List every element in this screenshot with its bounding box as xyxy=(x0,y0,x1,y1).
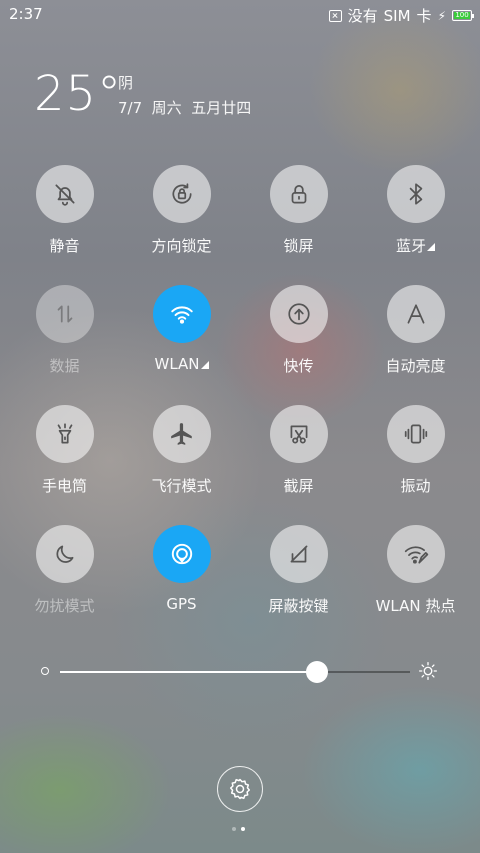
toggle-silent-label: 静音 xyxy=(49,237,80,255)
weather-date: 7/7 周六 五月廿四 xyxy=(118,99,252,117)
brightness-high-icon xyxy=(419,662,437,680)
toggle-hotspot-label: WLAN 热点 xyxy=(375,597,456,615)
hotspot-icon xyxy=(404,546,428,564)
weather-info[interactable]: 阴 7/7 周六 五月廿四 xyxy=(118,72,251,122)
toggle-block-keys-button[interactable] xyxy=(269,525,328,583)
toggle-do-not-disturb[interactable]: 勿扰模式 xyxy=(6,525,123,645)
no-sim-icon xyxy=(328,9,342,22)
brightness-thumb[interactable] xyxy=(306,661,329,683)
toggle-flashlight[interactable]: 手电筒 xyxy=(6,405,123,525)
charging-icon: ⚡ xyxy=(437,8,446,23)
toggle-gps-button[interactable] xyxy=(152,525,211,583)
toggle-mobile-data-label: 数据 xyxy=(49,357,80,375)
bell-off-icon xyxy=(54,184,75,206)
toggle-wlan-label: WLAN xyxy=(154,355,209,373)
toggle-mobile-data[interactable]: 数据 xyxy=(6,285,123,405)
block-keys-icon xyxy=(290,545,307,563)
battery-icon: 100 xyxy=(452,10,474,21)
toggle-hotspot-button[interactable] xyxy=(386,525,445,583)
toggle-airplane-label: 飞行模式 xyxy=(151,477,212,495)
weather-condition: 阴 xyxy=(118,74,134,92)
toggle-block-keys[interactable]: 屏蔽按键 xyxy=(240,525,357,645)
toggle-flashlight-label: 手电筒 xyxy=(41,477,87,495)
toggle-lock-screen[interactable]: 锁屏 xyxy=(240,165,357,285)
toggle-silent[interactable]: 静音 xyxy=(6,165,123,285)
upload-icon xyxy=(287,303,310,325)
toggle-screenshot-label: 截屏 xyxy=(283,477,314,495)
status-bar: 2:37 没有 SIM 卡 ⚡ 100 xyxy=(0,0,480,28)
toggle-quick-transfer[interactable]: 快传 xyxy=(240,285,357,405)
status-carrier-3: 卡 xyxy=(416,7,432,25)
toggle-bluetooth-label: 蓝牙 xyxy=(396,235,435,256)
gear-icon xyxy=(229,778,251,800)
bluetooth-icon xyxy=(409,183,422,205)
toggle-hotspot[interactable]: WLAN 热点 xyxy=(357,525,474,645)
screenshot-icon xyxy=(290,425,307,444)
toggle-airplane-button[interactable] xyxy=(152,405,211,463)
toggle-bluetooth[interactable]: 蓝牙 xyxy=(357,165,474,285)
battery-level: 100 xyxy=(454,11,470,19)
toggle-auto-brightness-button[interactable] xyxy=(386,285,445,343)
toggle-rotation-lock-label: 方向锁定 xyxy=(151,237,212,255)
toggle-do-not-disturb-button[interactable] xyxy=(35,525,94,583)
settings-button[interactable] xyxy=(217,766,263,812)
weather-temperature[interactable]: 25° xyxy=(34,66,122,122)
lock-icon xyxy=(291,185,306,204)
toggle-auto-brightness-label: 自动亮度 xyxy=(385,357,446,375)
toggle-bluetooth-button[interactable] xyxy=(386,165,445,223)
status-right: 没有 SIM 卡 ⚡ 100 xyxy=(328,5,474,26)
brightness-fill xyxy=(60,671,318,673)
page-indicator xyxy=(232,827,245,831)
gps-icon xyxy=(171,543,192,565)
auto-brightness-icon xyxy=(407,304,424,324)
toggle-rotation-lock-button[interactable] xyxy=(152,165,211,223)
expand-triangle-icon xyxy=(427,243,435,251)
toggle-auto-brightness[interactable]: 自动亮度 xyxy=(357,285,474,405)
expand-triangle-icon xyxy=(200,361,209,369)
status-carrier-2: SIM xyxy=(383,6,411,25)
toggle-gps-label: GPS xyxy=(166,595,197,613)
rotation-lock-icon xyxy=(172,183,192,204)
quick-toggles-grid: 静音 方向锁定 锁屏 蓝牙 数据 WLAN 快传 自动亮度 手电筒 飞行模式 截… xyxy=(6,165,474,645)
moon-icon xyxy=(55,545,73,563)
toggle-quick-transfer-label: 快传 xyxy=(283,357,314,375)
page-dot-2[interactable] xyxy=(241,827,245,831)
page-dot-1[interactable] xyxy=(232,827,236,831)
brightness-slider[interactable] xyxy=(40,660,440,684)
toggle-quick-transfer-button[interactable] xyxy=(269,285,328,343)
toggle-vibrate-button[interactable] xyxy=(386,405,445,463)
toggle-block-keys-label: 屏蔽按键 xyxy=(268,597,329,615)
flashlight-icon xyxy=(57,423,72,444)
mobile-data-icon xyxy=(57,305,72,323)
status-carrier-1: 没有 xyxy=(347,7,378,25)
vibrate-icon xyxy=(404,424,427,444)
status-time: 2:37 xyxy=(9,5,43,23)
toggle-silent-button[interactable] xyxy=(35,165,94,223)
toggle-vibrate-label: 振动 xyxy=(400,477,431,495)
toggle-mobile-data-button[interactable] xyxy=(35,285,94,343)
toggle-screenshot-button[interactable] xyxy=(269,405,328,463)
brightness-low-icon xyxy=(41,667,49,675)
toggle-gps[interactable]: GPS xyxy=(123,525,240,645)
toggle-do-not-disturb-label: 勿扰模式 xyxy=(34,597,95,615)
toggle-wlan-button[interactable] xyxy=(152,285,211,343)
toggle-lock-screen-label: 锁屏 xyxy=(283,237,314,255)
toggle-vibrate[interactable]: 振动 xyxy=(357,405,474,525)
toggle-rotation-lock[interactable]: 方向锁定 xyxy=(123,165,240,285)
toggle-lock-screen-button[interactable] xyxy=(269,165,328,223)
toggle-wlan[interactable]: WLAN xyxy=(123,285,240,405)
toggle-airplane[interactable]: 飞行模式 xyxy=(123,405,240,525)
wifi-icon xyxy=(170,306,193,324)
toggle-screenshot[interactable]: 截屏 xyxy=(240,405,357,525)
airplane-icon xyxy=(170,423,192,445)
toggle-flashlight-button[interactable] xyxy=(35,405,94,463)
